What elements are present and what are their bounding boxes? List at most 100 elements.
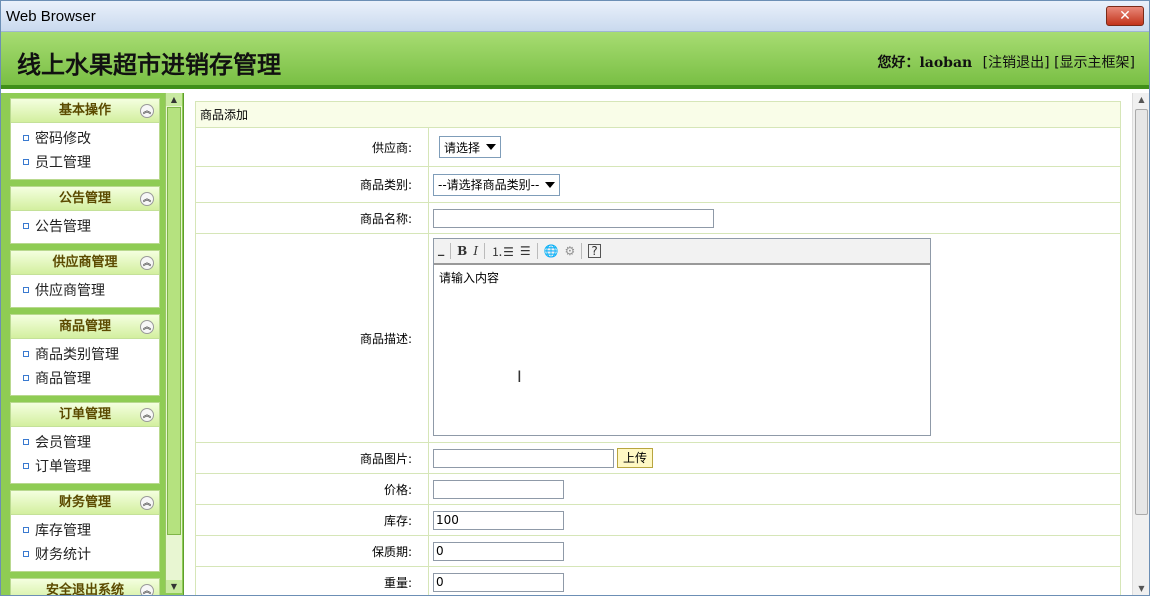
bullet-icon — [23, 287, 29, 293]
app-header: 线上水果超市进销存管理 您好：laoban [注销退出] [显示主框架] — [1, 32, 1149, 89]
bullet-icon — [23, 439, 29, 445]
scroll-down-icon[interactable]: ▼ — [1133, 582, 1149, 595]
sidebar-item-employees[interactable]: 员工管理 — [23, 151, 159, 175]
sidebar-item-label: 密码修改 — [35, 131, 91, 147]
sidebar-item-goods[interactable]: 商品管理 — [23, 367, 159, 391]
field-label: 保质期: — [196, 536, 429, 566]
sidebar-item-members[interactable]: 会员管理 — [23, 431, 159, 455]
field-label: 重量: — [196, 567, 429, 595]
show-frame-link[interactable]: [显示主框架] — [1054, 55, 1135, 71]
scroll-thumb[interactable] — [167, 107, 181, 535]
sidebar-item-label: 供应商管理 — [35, 283, 105, 299]
bullet-icon — [23, 527, 29, 533]
collapse-icon[interactable]: ︽ — [140, 192, 154, 206]
sidebar-item-finance-stats[interactable]: 财务统计 — [23, 543, 159, 567]
sidebar-item-notices[interactable]: 公告管理 — [23, 215, 159, 239]
bullet-icon — [23, 351, 29, 357]
field-label: 商品名称: — [196, 203, 429, 233]
bullet-icon — [23, 463, 29, 469]
italic-icon[interactable]: I — [473, 244, 478, 258]
bullet-icon — [23, 135, 29, 141]
field-label: 商品描述: — [196, 234, 429, 442]
bold-icon[interactable]: B — [457, 244, 467, 258]
site-title: 线上水果超市进销存管理 — [17, 50, 281, 79]
help-icon[interactable]: ? — [588, 244, 601, 258]
collapse-icon[interactable]: ︽ — [140, 320, 154, 334]
menu-group-supplier: 供应商管理 ︽ 供应商管理 — [10, 250, 160, 308]
group-title: 订单管理 — [58, 407, 111, 422]
group-title: 安全退出系统 — [45, 583, 124, 596]
weight-input[interactable]: 0 — [433, 572, 564, 592]
image-path-input[interactable] — [433, 448, 614, 468]
scroll-up-icon[interactable]: ▲ — [1133, 93, 1149, 107]
form-row-shelf-life: 保质期: 0 — [196, 536, 1120, 567]
sidebar-item-inventory[interactable]: 库存管理 — [23, 519, 159, 543]
unlink-icon[interactable]: ⚙ — [565, 244, 576, 258]
group-header[interactable]: 商品管理 ︽ — [11, 315, 159, 339]
scroll-thumb[interactable] — [1135, 109, 1148, 515]
chevron-down-icon — [486, 144, 497, 150]
rich-text-editor[interactable]: ▁ B I ⒈☰ ☰ 🌐 ⚙ ? 请输入内容 — [433, 238, 931, 436]
sidebar-item-suppliers[interactable]: 供应商管理 — [23, 279, 159, 303]
menu-group-orders: 订单管理 ︽ 会员管理 订单管理 — [10, 402, 160, 484]
text-cursor-icon: I — [517, 367, 522, 386]
group-header[interactable]: 订单管理 ︽ — [11, 403, 159, 427]
price-input[interactable] — [433, 479, 564, 499]
bullet-icon — [23, 375, 29, 381]
collapse-icon[interactable]: ︽ — [140, 584, 154, 595]
toolbar-separator — [581, 243, 583, 259]
window-title: Web Browser — [6, 8, 96, 25]
ordered-list-icon[interactable]: ⒈☰ — [491, 243, 514, 260]
group-header[interactable]: 供应商管理 ︽ — [11, 251, 159, 275]
stock-input[interactable]: 100 — [433, 510, 564, 530]
toolbar-handle-icon: ▁ — [438, 246, 445, 256]
sidebar-item-orders[interactable]: 订单管理 — [23, 455, 159, 479]
field-label: 供应商: — [196, 128, 429, 166]
product-name-input[interactable] — [433, 208, 714, 228]
group-title: 基本操作 — [58, 103, 111, 118]
group-title: 商品管理 — [58, 319, 111, 334]
scroll-down-icon[interactable]: ▼ — [166, 580, 182, 593]
sidebar-item-label: 公告管理 — [35, 219, 91, 235]
menu-group-finance: 财务管理 ︽ 库存管理 财务统计 — [10, 490, 160, 572]
form-row-price: 价格: — [196, 474, 1120, 505]
chevron-down-icon — [545, 181, 556, 188]
sidebar-item-label: 商品管理 — [35, 371, 91, 387]
toolbar-separator — [536, 243, 538, 259]
collapse-icon[interactable]: ︽ — [140, 496, 154, 510]
scroll-up-icon[interactable]: ▲ — [166, 93, 182, 106]
form-row-category: 商品类别: --请选择商品类别-- — [196, 167, 1120, 203]
browser-window: Web Browser ✕ 线上水果超市进销存管理 您好：laoban [注销退… — [0, 0, 1150, 596]
collapse-icon[interactable]: ︽ — [140, 256, 154, 270]
group-header[interactable]: 公告管理 ︽ — [11, 187, 159, 211]
main-scrollbar[interactable]: ▲ ▼ — [1132, 93, 1149, 595]
toolbar-separator — [450, 243, 452, 259]
logout-link[interactable]: [注销退出] — [983, 55, 1050, 71]
unordered-list-icon[interactable]: ☰ — [520, 244, 531, 258]
group-header[interactable]: 基本操作 ︽ — [11, 99, 159, 123]
editor-content[interactable]: 请输入内容 — [434, 265, 930, 290]
field-label: 商品图片: — [196, 443, 429, 473]
shelf-life-input[interactable]: 0 — [433, 541, 564, 561]
link-icon[interactable]: 🌐 — [544, 244, 559, 258]
bullet-icon — [23, 551, 29, 557]
sidebar-item-categories[interactable]: 商品类别管理 — [23, 343, 159, 367]
supplier-select[interactable]: 请选择 — [439, 136, 502, 158]
category-select[interactable]: --请选择商品类别-- — [433, 173, 561, 196]
group-header[interactable]: 安全退出系统 ︽ — [11, 579, 159, 596]
greeting-label: 您好： — [877, 55, 920, 71]
group-title: 供应商管理 — [52, 255, 118, 270]
editor-toolbar: ▁ B I ⒈☰ ☰ 🌐 ⚙ ? — [434, 239, 930, 265]
sidebar-item-password[interactable]: 密码修改 — [23, 127, 159, 151]
form-row-name: 商品名称: — [196, 203, 1120, 234]
bullet-icon — [23, 159, 29, 165]
field-label: 价格: — [196, 474, 429, 504]
sidebar-scrollbar[interactable]: ▲ ▼ — [165, 93, 182, 593]
select-value: --请选择商品类别-- — [438, 178, 540, 192]
collapse-icon[interactable]: ︽ — [140, 408, 154, 422]
group-header[interactable]: 财务管理 ︽ — [11, 491, 159, 515]
close-button[interactable]: ✕ — [1106, 6, 1144, 26]
collapse-icon[interactable]: ︽ — [140, 104, 154, 118]
titlebar: Web Browser ✕ — [1, 1, 1149, 32]
upload-button[interactable]: 上传 — [617, 448, 654, 468]
